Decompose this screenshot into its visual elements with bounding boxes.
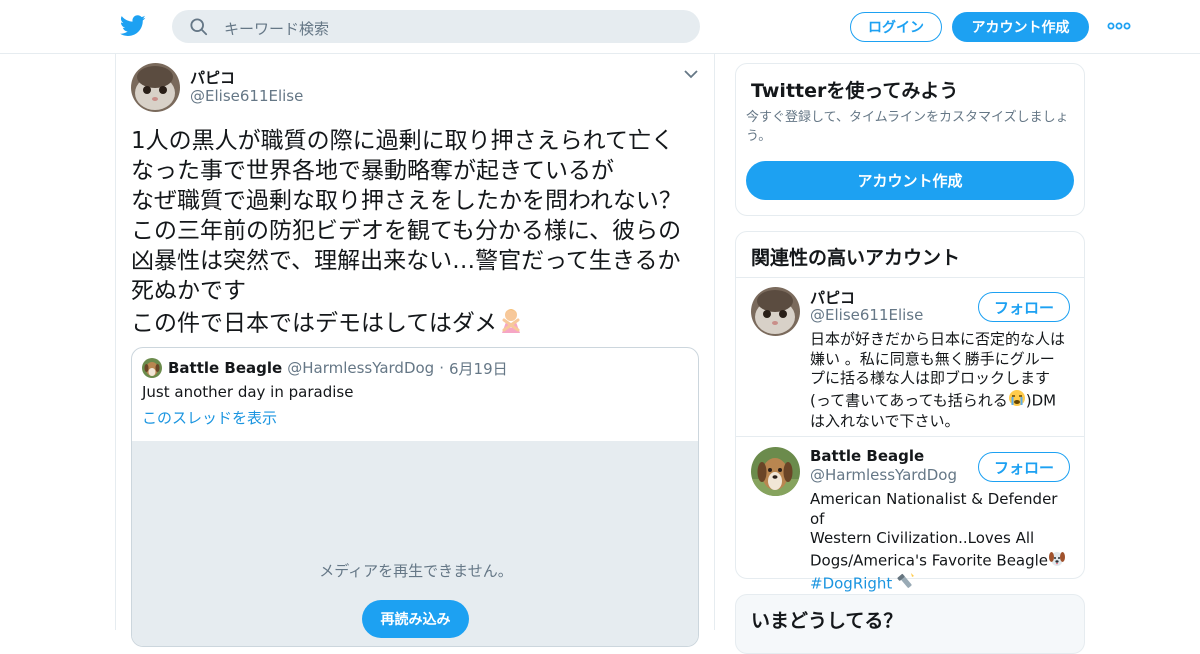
quoted-tweet-text: Just another day in paradise <box>142 383 354 401</box>
related-accounts-title: 関連性の高いアカウント <box>751 247 961 269</box>
show-thread-link[interactable]: このスレッドを表示 <box>142 407 277 428</box>
account-handle[interactable]: @HarmlessYardDog <box>810 466 957 484</box>
author-handle[interactable]: @Elise611Elise <box>190 87 303 105</box>
trends-card: いまどうしてる？ <box>735 594 1085 654</box>
media-error-message: メディアを再生できません。 <box>319 562 513 580</box>
tweet-body: 1人の黒人が職質の際に過剰に取り押さえられて亡く なった事で世界各地で暴動略奪が… <box>131 128 682 337</box>
tweet-text: 1人の黒人が職質の際に過剰に取り押さえられて亡く なった事で世界各地で暴動略奪が… <box>131 126 706 342</box>
more-options-icon[interactable] <box>1106 18 1132 34</box>
divider <box>736 436 1084 437</box>
signup-button[interactable]: アカウント作成 <box>952 12 1089 42</box>
cat-avatar-icon <box>751 287 800 336</box>
divider <box>736 277 1084 278</box>
search-box[interactable]: キーワード検索 <box>172 10 700 43</box>
person-gesturing-no-emoji <box>497 306 525 342</box>
beagle-avatar-icon <box>751 447 800 496</box>
chevron-down-icon[interactable] <box>683 68 699 80</box>
follow-button[interactable]: フォロー <box>978 452 1070 482</box>
quoted-author-avatar <box>142 358 162 378</box>
quoted-tweet-header: Battle Beagle @HarmlessYardDog · 6月19日 <box>142 358 508 378</box>
beagle-avatar-icon <box>142 358 162 378</box>
search-icon <box>190 18 208 36</box>
account-avatar[interactable] <box>751 287 800 336</box>
related-accounts-card: 関連性の高いアカウント パピコ @Elise611Elise フォロー 日本が好… <box>735 231 1085 592</box>
account-bio: American Nationalist & Defender of Weste… <box>810 490 1072 596</box>
media-container: メディアを再生できません。 再読み込み <box>132 441 698 646</box>
search-input[interactable]: キーワード検索 <box>224 18 329 39</box>
signup-card-button[interactable]: アカウント作成 <box>746 161 1074 200</box>
hashtag-link[interactable]: #DogRight <box>810 574 892 592</box>
quoted-tweet[interactable]: Battle Beagle @HarmlessYardDog · 6月19日 J… <box>131 347 699 647</box>
flashlight-emoji <box>897 572 915 596</box>
signup-card-description: 今すぐ登録して、タイムラインをカスタマイズしましょう。 <box>746 110 1069 144</box>
account-avatar[interactable] <box>751 447 800 496</box>
author-name[interactable]: パピコ <box>190 67 235 88</box>
twitter-bird-logo-icon[interactable] <box>120 14 146 38</box>
account-name[interactable]: パピコ <box>810 287 855 308</box>
dog-face-emoji <box>1048 549 1066 573</box>
quoted-author-name[interactable]: Battle Beagle <box>168 359 282 377</box>
reload-button[interactable]: 再読み込み <box>362 600 469 638</box>
dot-separator: · <box>439 359 444 377</box>
top-navigation-bar: キーワード検索 ログイン アカウント作成 <box>0 0 1200 54</box>
author-avatar[interactable] <box>131 63 180 112</box>
cat-avatar-icon <box>131 63 180 112</box>
crying-face-emoji <box>1008 389 1026 413</box>
account-name[interactable]: Battle Beagle <box>810 447 924 465</box>
quoted-tweet-date[interactable]: 6月19日 <box>449 358 508 379</box>
trends-card-title: いまどうしてる？ <box>751 610 903 632</box>
account-bio: 日本が好きだから日本に否定的な人は 嫌い 。私に同意も無く勝手にグルー プに括る… <box>810 330 1072 432</box>
login-button[interactable]: ログイン <box>850 12 942 42</box>
account-handle[interactable]: @Elise611Elise <box>810 306 923 324</box>
signup-card-title: Twitterを使ってみよう <box>751 80 959 102</box>
follow-button[interactable]: フォロー <box>978 292 1070 322</box>
quoted-author-handle[interactable]: @HarmlessYardDog <box>287 359 434 377</box>
bio-text: American Nationalist & Defender of Weste… <box>810 490 1058 569</box>
signup-card: Twitterを使ってみよう 今すぐ登録して、タイムラインをカスタマイズしましょ… <box>735 63 1085 216</box>
